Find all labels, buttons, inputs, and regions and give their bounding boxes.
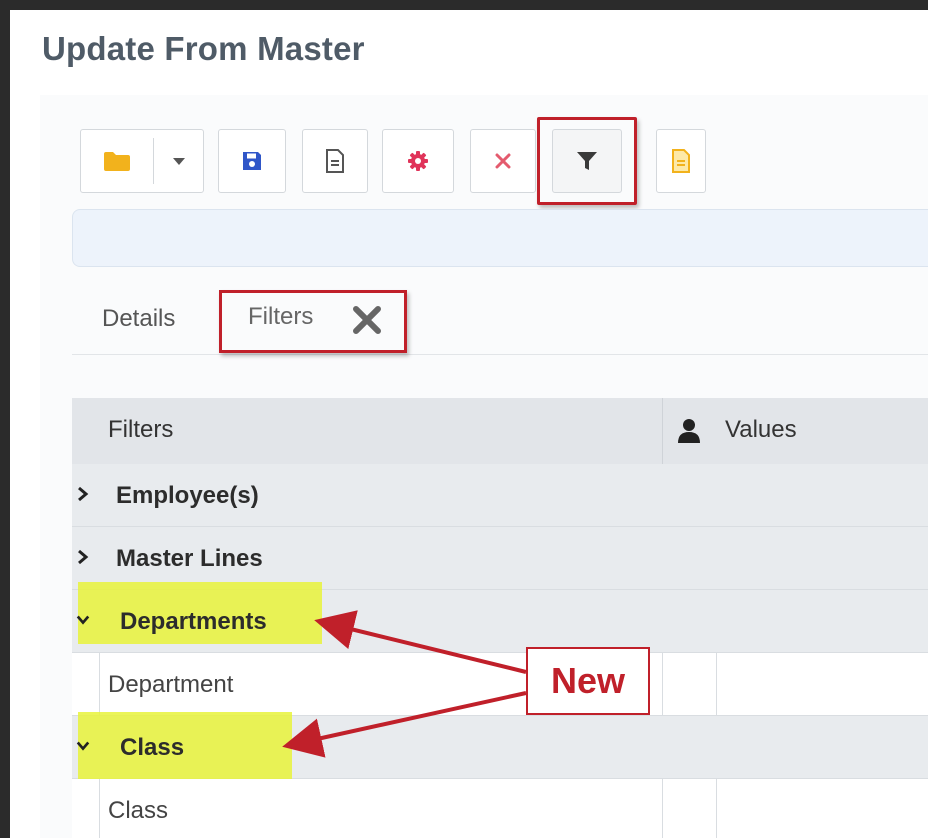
chevron-down-icon[interactable] (76, 738, 90, 754)
save-icon (243, 152, 261, 170)
column-header-filters[interactable]: Filters (108, 416, 173, 444)
filter-row-department[interactable]: Department (72, 653, 928, 716)
document-button[interactable] (302, 129, 368, 193)
group-label: Departments (120, 608, 267, 635)
open-button[interactable] (81, 130, 153, 192)
highlight-marker (78, 712, 292, 780)
group-label: Class (120, 734, 185, 761)
info-bar (72, 209, 928, 267)
save-button[interactable] (218, 129, 286, 193)
grid-header: Filters Values (72, 398, 928, 464)
group-row-employees[interactable]: Employee(s) (72, 464, 928, 527)
delete-button[interactable] (470, 129, 536, 193)
caret-down-icon (173, 157, 185, 165)
filter-label: Department (108, 671, 234, 698)
filter-button-highlight (537, 117, 637, 205)
user-icon (678, 419, 700, 443)
column-header-values[interactable]: Values (725, 416, 797, 444)
report-button[interactable] (656, 129, 706, 193)
filters-grid: Filters Values Employee(s) Master Lines … (72, 398, 928, 838)
report-icon (672, 149, 690, 173)
tab-details[interactable]: Details (102, 305, 175, 333)
chevron-down-icon[interactable] (76, 612, 90, 628)
column-divider (662, 398, 663, 464)
column-divider (716, 779, 717, 838)
column-divider (662, 653, 663, 716)
chevron-right-icon[interactable] (76, 486, 90, 502)
group-label: Master Lines (116, 545, 263, 572)
settings-button[interactable] (382, 129, 454, 193)
dropdown-button[interactable] (154, 130, 204, 192)
chevron-right-icon[interactable] (76, 549, 90, 565)
group-row-departments[interactable]: Departments (72, 582, 928, 653)
filters-tab-highlight (219, 290, 407, 353)
window-border-left (0, 0, 10, 838)
filter-row-class[interactable]: Class (72, 779, 928, 838)
close-icon (495, 153, 511, 169)
row-divider (99, 779, 100, 838)
group-label: Employee(s) (116, 482, 259, 509)
group-row-class[interactable]: Class (72, 712, 928, 780)
group-row-master-lines[interactable]: Master Lines (72, 527, 928, 590)
folder-icon (104, 152, 130, 171)
document-icon (326, 149, 344, 173)
filter-label: Class (108, 797, 169, 824)
new-callout: New (526, 647, 650, 715)
column-divider (716, 653, 717, 716)
tab-strip: Details (72, 280, 928, 355)
column-divider (662, 779, 663, 838)
page-title: Update From Master (42, 30, 365, 67)
row-divider (99, 653, 100, 716)
open-split-button (80, 129, 204, 193)
window-border-top (0, 0, 928, 10)
gear-icon (408, 151, 428, 171)
